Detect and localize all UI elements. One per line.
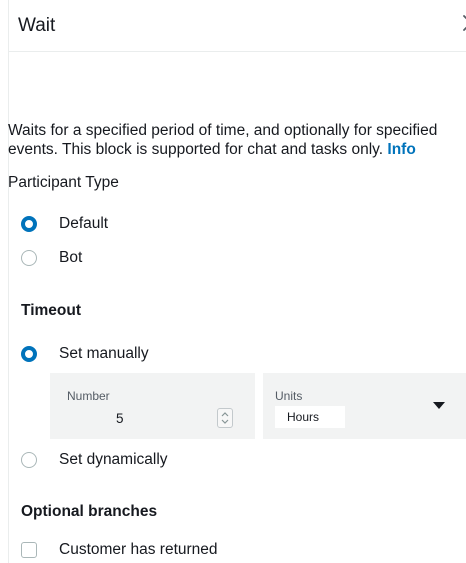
info-link[interactable]: Info (387, 141, 415, 158)
wait-block-panel: Wait Waits for a specified period of tim… (0, 0, 466, 563)
radio-timeout-manual[interactable]: Set manually (21, 343, 149, 365)
close-icon[interactable] (460, 12, 466, 34)
checkbox[interactable] (21, 542, 37, 558)
stepper-arrows-icon (221, 412, 229, 424)
units-label: Units (275, 389, 303, 403)
number-stepper[interactable] (217, 408, 233, 428)
radio-button[interactable] (21, 452, 37, 468)
radio-label-bot: Bot (59, 249, 83, 266)
radio-button[interactable] (21, 250, 37, 266)
radio-label-set-manually: Set manually (59, 345, 149, 362)
number-label: Number (67, 389, 110, 403)
panel-header: Wait (8, 0, 466, 52)
checkbox-label-customer-returned: Customer has returned (59, 541, 218, 558)
radio-participant-bot[interactable]: Bot (21, 247, 82, 269)
radio-button-selected[interactable] (21, 346, 37, 362)
optional-branches-heading: Optional branches (21, 503, 158, 520)
radio-label-default: Default (59, 215, 109, 232)
radio-timeout-dynamic[interactable]: Set dynamically (21, 449, 168, 471)
timeout-heading: Timeout (21, 302, 81, 319)
panel-title: Wait (18, 15, 56, 36)
block-description: Waits for a specified period of time, an… (8, 121, 448, 159)
participant-type-label: Participant Type (8, 174, 119, 191)
radio-label-set-dynamically: Set dynamically (59, 451, 168, 468)
number-input[interactable]: 5 (116, 411, 124, 426)
checkbox-customer-returned[interactable]: Customer has returned (21, 539, 218, 561)
description-text: Waits for a specified period of time, an… (8, 122, 438, 158)
caret-down-icon[interactable] (432, 401, 446, 410)
radio-button-selected[interactable] (21, 216, 37, 232)
units-select[interactable]: Hours (275, 406, 345, 428)
number-field (50, 373, 255, 439)
radio-participant-default[interactable]: Default (21, 213, 108, 235)
